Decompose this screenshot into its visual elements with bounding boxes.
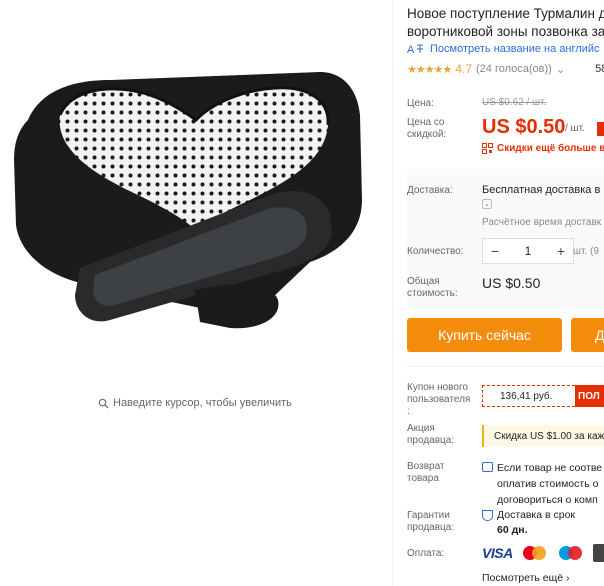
product-image[interactable] xyxy=(0,0,392,380)
total-label-2: стоимость: xyxy=(407,288,458,299)
add-to-cart-button[interactable]: Д xyxy=(571,318,604,352)
returns-line-2: оплатив стоимость о xyxy=(497,478,599,490)
more-discounts-link[interactable]: Скидки ещё больше в xyxy=(482,143,604,154)
coupon-label-3: : xyxy=(407,406,410,417)
new-user-coupon-label: Купон нового пользователя : xyxy=(407,382,477,418)
shipping-value: Бесплатная доставка в xyxy=(482,184,601,196)
returns-label: Возврат товара xyxy=(407,461,477,485)
zoom-hint-text: Наведите курсор, чтобы увеличить xyxy=(113,397,292,409)
price-per-unit: / шт. xyxy=(565,123,585,134)
coupon-amount: 136,41 руб. xyxy=(482,385,575,407)
quantity-value[interactable]: 1 xyxy=(525,244,532,258)
shipping-dropdown-toggle[interactable]: ⌄ xyxy=(482,199,492,209)
quantity-stepper: − 1 + xyxy=(482,238,574,264)
rating-value[interactable]: 4.7 xyxy=(455,62,472,76)
returns-label-1: Возврат xyxy=(407,461,445,472)
returns-label-2: товара xyxy=(407,473,439,484)
seller-promo-label-1: Акция xyxy=(407,423,435,434)
returns-text: Если товар не соотве оплатив стоимость о… xyxy=(497,460,602,508)
payment-methods: VISA xyxy=(482,544,604,562)
quantity-label: Количество: xyxy=(407,246,464,257)
guarantee-text: Доставка в срок 60 дн. xyxy=(497,508,575,538)
zoom-hint: Наведите курсор, чтобы увеличить xyxy=(98,397,292,409)
product-info: Новое поступление Турмалин д воротниково… xyxy=(407,0,604,586)
total-label-1: Общая xyxy=(407,276,440,287)
rating-row: ★★★★★ 4.7 (24 голоса(ов)) ⌄ 58 xyxy=(407,62,604,76)
mastercard-logo xyxy=(521,544,549,562)
total-label: Общая стоимость: xyxy=(407,276,458,300)
payment-logo xyxy=(592,544,604,562)
seller-promo-label: Акция продавца: xyxy=(407,423,477,447)
guarantee-label-1: Гарантии xyxy=(407,510,450,521)
chevron-down-icon[interactable]: ⌄ xyxy=(556,63,565,76)
orders-count: 58 xyxy=(595,63,604,75)
coupon-label-1: Купон нового xyxy=(407,382,468,393)
product-title: Новое поступление Турмалин д воротниково… xyxy=(407,5,604,41)
more-discounts-text: Скидки ещё больше в xyxy=(497,143,604,154)
guarantee-line-1: Доставка в срок xyxy=(497,509,576,521)
product-title-line-1: Новое поступление Турмалин д xyxy=(407,6,604,21)
seller-promo-text[interactable]: Скидка US $1.00 за каж xyxy=(482,425,604,447)
buy-now-button[interactable]: Купить сейчас xyxy=(407,318,562,352)
maestro-logo xyxy=(557,544,585,562)
translate-title-link[interactable]: A Посмотреть название на английс xyxy=(407,43,599,55)
quantity-unit: шт. (9 xyxy=(573,246,599,257)
translate-icon: A xyxy=(407,44,423,55)
return-policy-icon xyxy=(482,462,493,472)
chevron-down-icon: ⌄ xyxy=(484,201,490,208)
magnifier-icon xyxy=(98,398,109,409)
quantity-increase-button[interactable]: + xyxy=(557,243,565,259)
quantity-decrease-button[interactable]: − xyxy=(491,243,499,259)
more-payment-methods-link[interactable]: Посмотреть ещё › xyxy=(482,572,570,584)
returns-line-1: Если товар не соотве xyxy=(497,462,603,474)
seller-promo-label-2: продавца: xyxy=(407,435,455,446)
visa-logo: VISA xyxy=(482,545,513,561)
guarantee-label-2: продавца: xyxy=(407,522,455,533)
shipping-label: Доставка: xyxy=(407,185,453,196)
votes-count[interactable]: (24 голоса(ов)) xyxy=(476,63,552,75)
original-price: US $0.62 / шт. xyxy=(482,97,547,108)
discount-price-label: Цена со скидкой: xyxy=(407,117,446,141)
translate-link-text: Посмотреть название на английс xyxy=(430,43,600,55)
section-divider xyxy=(407,366,604,367)
product-gallery: Наведите курсор, чтобы увеличить xyxy=(0,0,392,586)
shipping-eta: Расчётное время доставк xyxy=(482,217,602,228)
discount-badge xyxy=(597,122,604,136)
returns-line-3: договориться о комп xyxy=(497,494,598,506)
price-label: Цена: xyxy=(407,98,434,109)
payment-label: Оплата: xyxy=(407,548,445,559)
guarantee-days: 60 дн. xyxy=(497,524,528,536)
get-coupon-button[interactable]: ПОЛ xyxy=(575,385,604,407)
guarantee-label: Гарантии продавца: xyxy=(407,510,477,534)
current-price: US $0.50 xyxy=(482,116,566,138)
qr-code-icon xyxy=(482,143,493,154)
price-block: Цена: US $0.62 / шт. Цена со скидкой: US… xyxy=(407,89,604,169)
svg-text:A: A xyxy=(407,44,415,55)
rating-stars: ★★★★★ xyxy=(407,63,452,76)
column-divider xyxy=(392,0,393,586)
discount-price-label-2: скидкой: xyxy=(407,129,447,140)
coupon-label-2: пользователя xyxy=(407,394,471,405)
shield-icon xyxy=(482,510,493,521)
total-value: US $0.50 xyxy=(482,275,541,291)
discount-price-label-1: Цена со xyxy=(407,117,445,128)
product-title-line-2: воротниковой зоны позвонка за xyxy=(407,24,604,39)
